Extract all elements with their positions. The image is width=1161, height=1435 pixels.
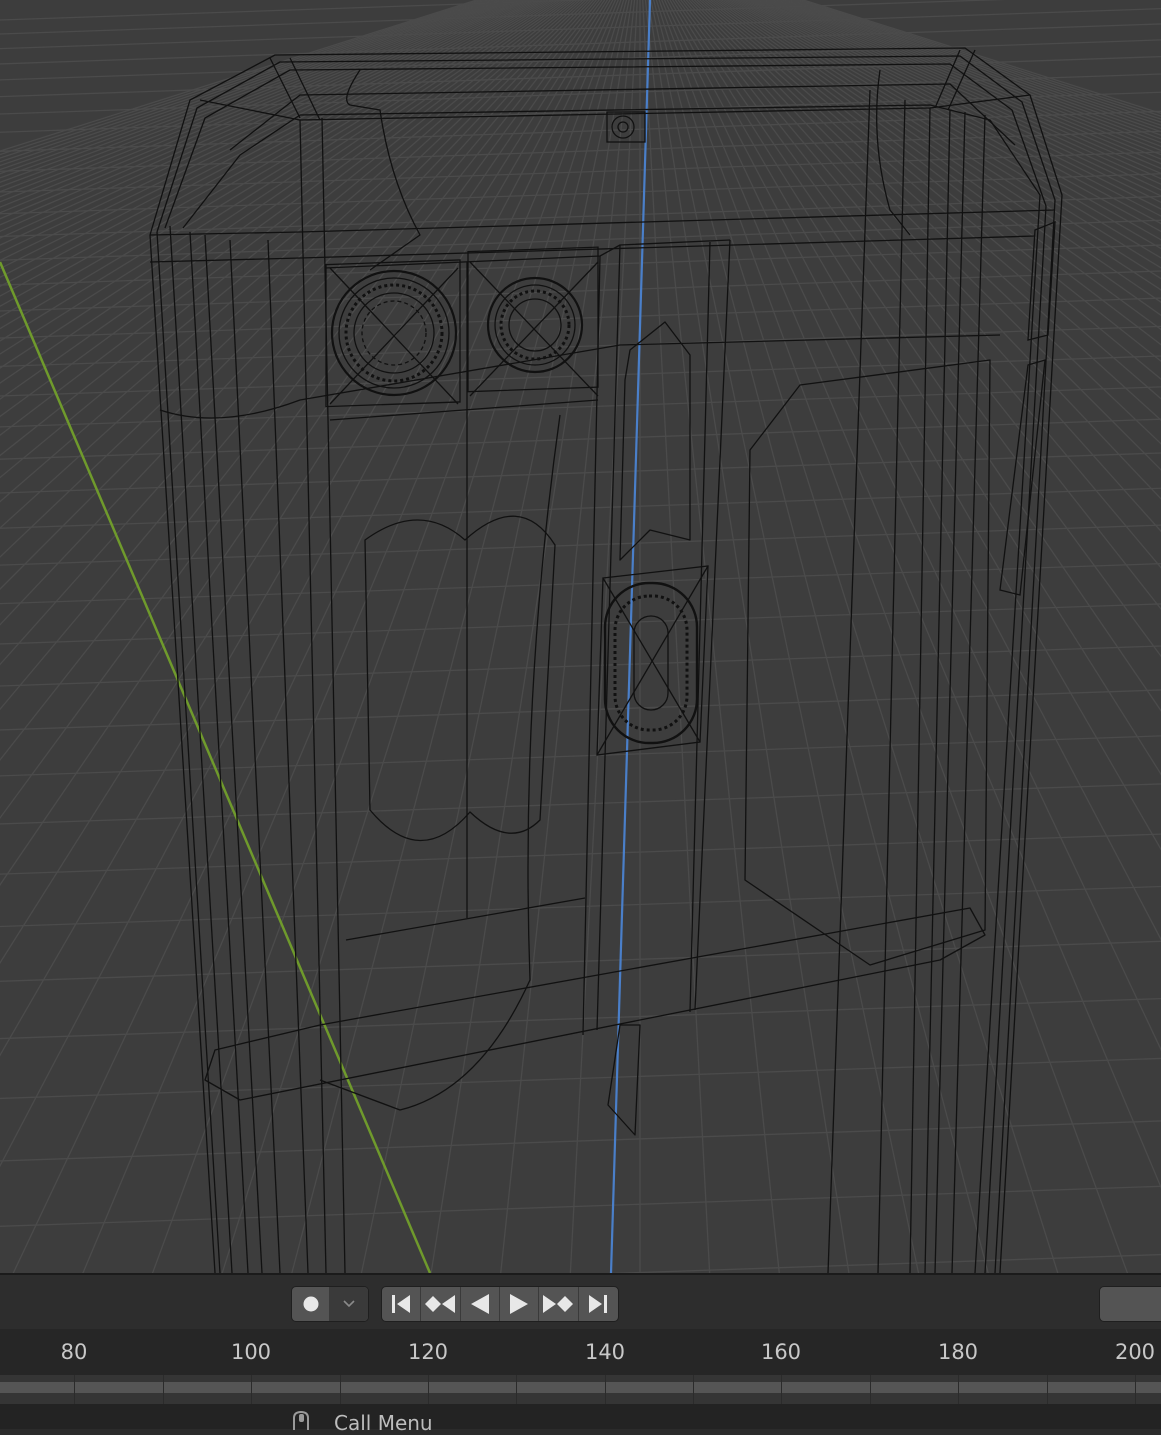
status-bar [0,1404,1161,1429]
grid-line [790,0,1161,126]
grid-line [0,0,600,21]
jump-to-start-button[interactable] [382,1287,422,1321]
jump-to-end-button[interactable] [579,1287,618,1321]
frame-tick [428,1375,429,1404]
grid-line [0,452,1161,494]
timeline-header [0,1273,1161,1329]
grid-line [723,0,1161,269]
grid-line [0,219,1161,261]
grid-line [701,0,1161,380]
grid-line [0,562,1161,605]
grid-line [0,885,1161,928]
grid-line [0,0,511,203]
grid-line [0,418,1161,460]
playback-controls [381,1286,619,1322]
grid-line [715,0,1161,303]
play-reverse-icon [470,1294,489,1314]
grid-line [0,355,1161,397]
frame-tick-label: 200 [1114,1340,1156,1364]
jump-start-icon [392,1295,411,1313]
record-dot-icon[interactable] [292,1287,330,1321]
prev-keyframe-icon [425,1295,456,1313]
jump-prev-keyframe-button[interactable] [421,1287,461,1321]
grid-line [717,0,1161,291]
grid-line [685,0,1161,533]
3d-viewport[interactable] [0,0,1161,1273]
jump-end-icon [589,1295,608,1313]
frame-tick-label: 80 [60,1340,88,1364]
frame-tick [516,1375,517,1404]
frame-range-bar [0,1382,1161,1393]
frame-tick-label: 160 [760,1340,802,1364]
front-camera-dot [606,111,646,143]
grid-line [0,524,1161,566]
next-keyframe-icon [543,1295,574,1313]
grid-line [742,0,1161,210]
record-button-group [291,1286,369,1322]
grid-line [795,0,1161,120]
grid-line [650,0,920,1273]
current-frame-field[interactable] [1099,1286,1161,1322]
frame-tick [693,1375,694,1404]
frame-tick-label: 100 [230,1340,272,1364]
chevron-down-icon[interactable] [330,1287,368,1321]
play-button[interactable] [500,1287,540,1321]
frame-tick [1047,1375,1048,1404]
grid-line [0,940,1161,982]
frame-tick-label: 120 [407,1340,449,1364]
grid-line [0,386,1161,428]
frame-tick [958,1375,959,1404]
z-axis-line [609,0,652,1273]
grid-line [0,1185,1161,1227]
sensor-module-center [596,565,709,756]
frame-tick [163,1375,164,1404]
grid-line [0,0,573,437]
grid-line [500,0,636,1273]
grid-line [0,0,479,152]
frame-tick [781,1375,782,1404]
status-hint-call-menu: Call Menu [334,1411,433,1435]
grid-line [0,0,584,529]
frame-tick [870,1375,871,1404]
grid-line [0,0,482,156]
grid-line [704,0,1161,363]
grid-line [712,0,1161,317]
frame-tick [74,1375,75,1404]
grid-line [0,151,1161,193]
frame-tick [340,1375,341,1404]
grid-line [744,0,1161,204]
frame-tick-label: 140 [584,1340,626,1364]
grid-line [0,997,1161,1040]
grid-line [760,0,1161,170]
frame-tick [1135,1375,1136,1404]
frame-tick-label: 180 [937,1340,979,1364]
grid-line [725,0,1161,259]
jump-next-keyframe-button[interactable] [539,1287,579,1321]
grid-line [801,0,1161,115]
frame-tick [605,1375,606,1404]
grid-line [696,0,1161,422]
grid-line [0,1120,1161,1162]
grid-line [739,0,1161,217]
grid-line [82,0,619,1273]
grid-line [12,0,617,1273]
play-reverse-button[interactable] [461,1287,500,1321]
grid-line [0,833,1161,875]
grid-line [0,0,587,558]
play-icon [510,1294,529,1314]
frame-tick [251,1375,252,1404]
timeline-ruler[interactable]: 80 100 120 140 160 180 200 [0,1329,1161,1375]
timeline-track[interactable] [0,1375,1161,1404]
